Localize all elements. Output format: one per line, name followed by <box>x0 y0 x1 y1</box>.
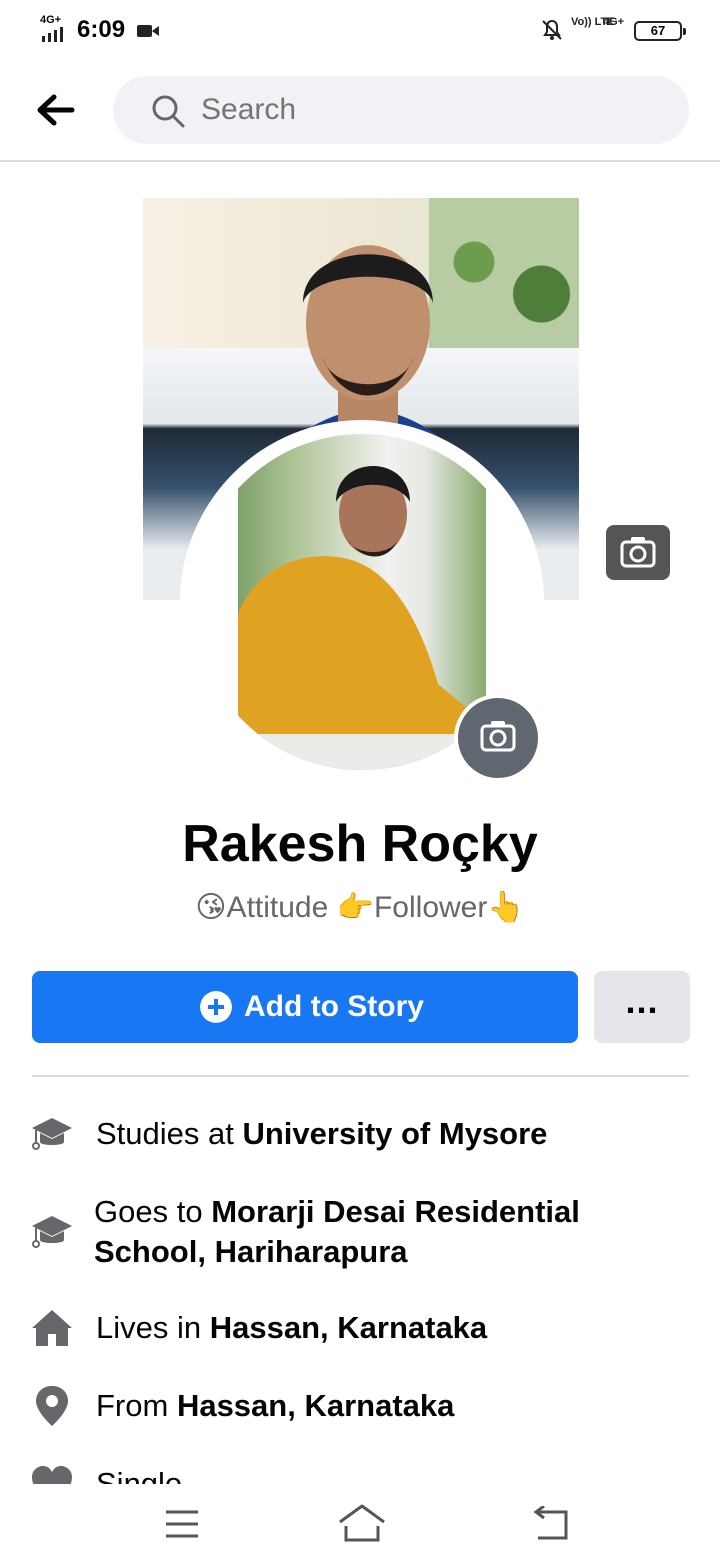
video-record-icon <box>137 25 159 37</box>
plus-circle-icon <box>200 991 232 1023</box>
edit-profile-picture-button[interactable] <box>454 694 542 782</box>
location-pin-icon <box>36 1386 68 1426</box>
status-bar: 4G+ 6:09 Vo)) LTE 4G+ 67 <box>0 0 720 60</box>
camera-icon <box>620 537 656 568</box>
search-icon <box>152 95 185 128</box>
info-prefix: Studies at <box>96 1116 243 1151</box>
notifications-muted-icon <box>542 19 562 40</box>
info-text: From Hassan, Karnataka <box>96 1386 656 1426</box>
clock-time: 6:09 <box>77 16 126 43</box>
edit-cover-photo-button[interactable] <box>606 525 670 580</box>
profile-bio: 😘Attitude 👉Follower👆 <box>195 891 525 924</box>
info-text: Studies at University of Mysore <box>96 1114 656 1154</box>
info-prefix: From <box>96 1388 177 1423</box>
camera-icon <box>480 721 516 752</box>
heart-icon <box>32 1466 72 1484</box>
search-input[interactable] <box>201 76 661 144</box>
info-value[interactable]: Hassan, Karnataka <box>177 1388 454 1423</box>
more-options-button[interactable]: ... <box>594 971 690 1043</box>
add-to-story-label: Add to Story <box>244 990 424 1023</box>
system-navigation-bar <box>0 1484 720 1568</box>
info-value[interactable]: University of Mysore <box>242 1116 547 1151</box>
profile-name: Rakesh Roçky <box>182 815 538 873</box>
add-to-story-button[interactable]: Add to Story <box>32 971 578 1043</box>
info-value[interactable]: Hassan, Karnataka <box>210 1310 487 1345</box>
battery-icon: 67 <box>634 21 686 41</box>
info-text: Lives in Hassan, Karnataka <box>96 1308 656 1348</box>
search-bar[interactable] <box>113 76 689 144</box>
top-header <box>0 60 720 162</box>
info-text: Goes to Morarji Desai Residential School… <box>94 1192 654 1272</box>
graduation-cap-icon <box>32 1118 72 1150</box>
more-options-label: ... <box>625 980 659 1021</box>
profile-person-figure <box>238 466 486 770</box>
home-icon <box>32 1310 72 1346</box>
info-prefix: Goes to <box>94 1194 212 1229</box>
home-nav-icon[interactable] <box>336 1502 388 1544</box>
graduation-cap-icon <box>32 1216 72 1248</box>
network-type-right: 4G+ <box>603 16 625 28</box>
back-nav-icon[interactable] <box>530 1506 570 1542</box>
signal-icon <box>42 27 63 42</box>
info-row-relationship: Single <box>0 1460 720 1484</box>
info-prefix: Single <box>96 1466 183 1484</box>
section-divider <box>32 1075 689 1077</box>
back-arrow-icon[interactable] <box>32 90 80 130</box>
info-prefix: Lives in <box>96 1310 210 1345</box>
menu-icon[interactable] <box>162 1506 202 1542</box>
info-text: Single <box>96 1464 656 1484</box>
battery-level: 67 <box>650 23 666 38</box>
